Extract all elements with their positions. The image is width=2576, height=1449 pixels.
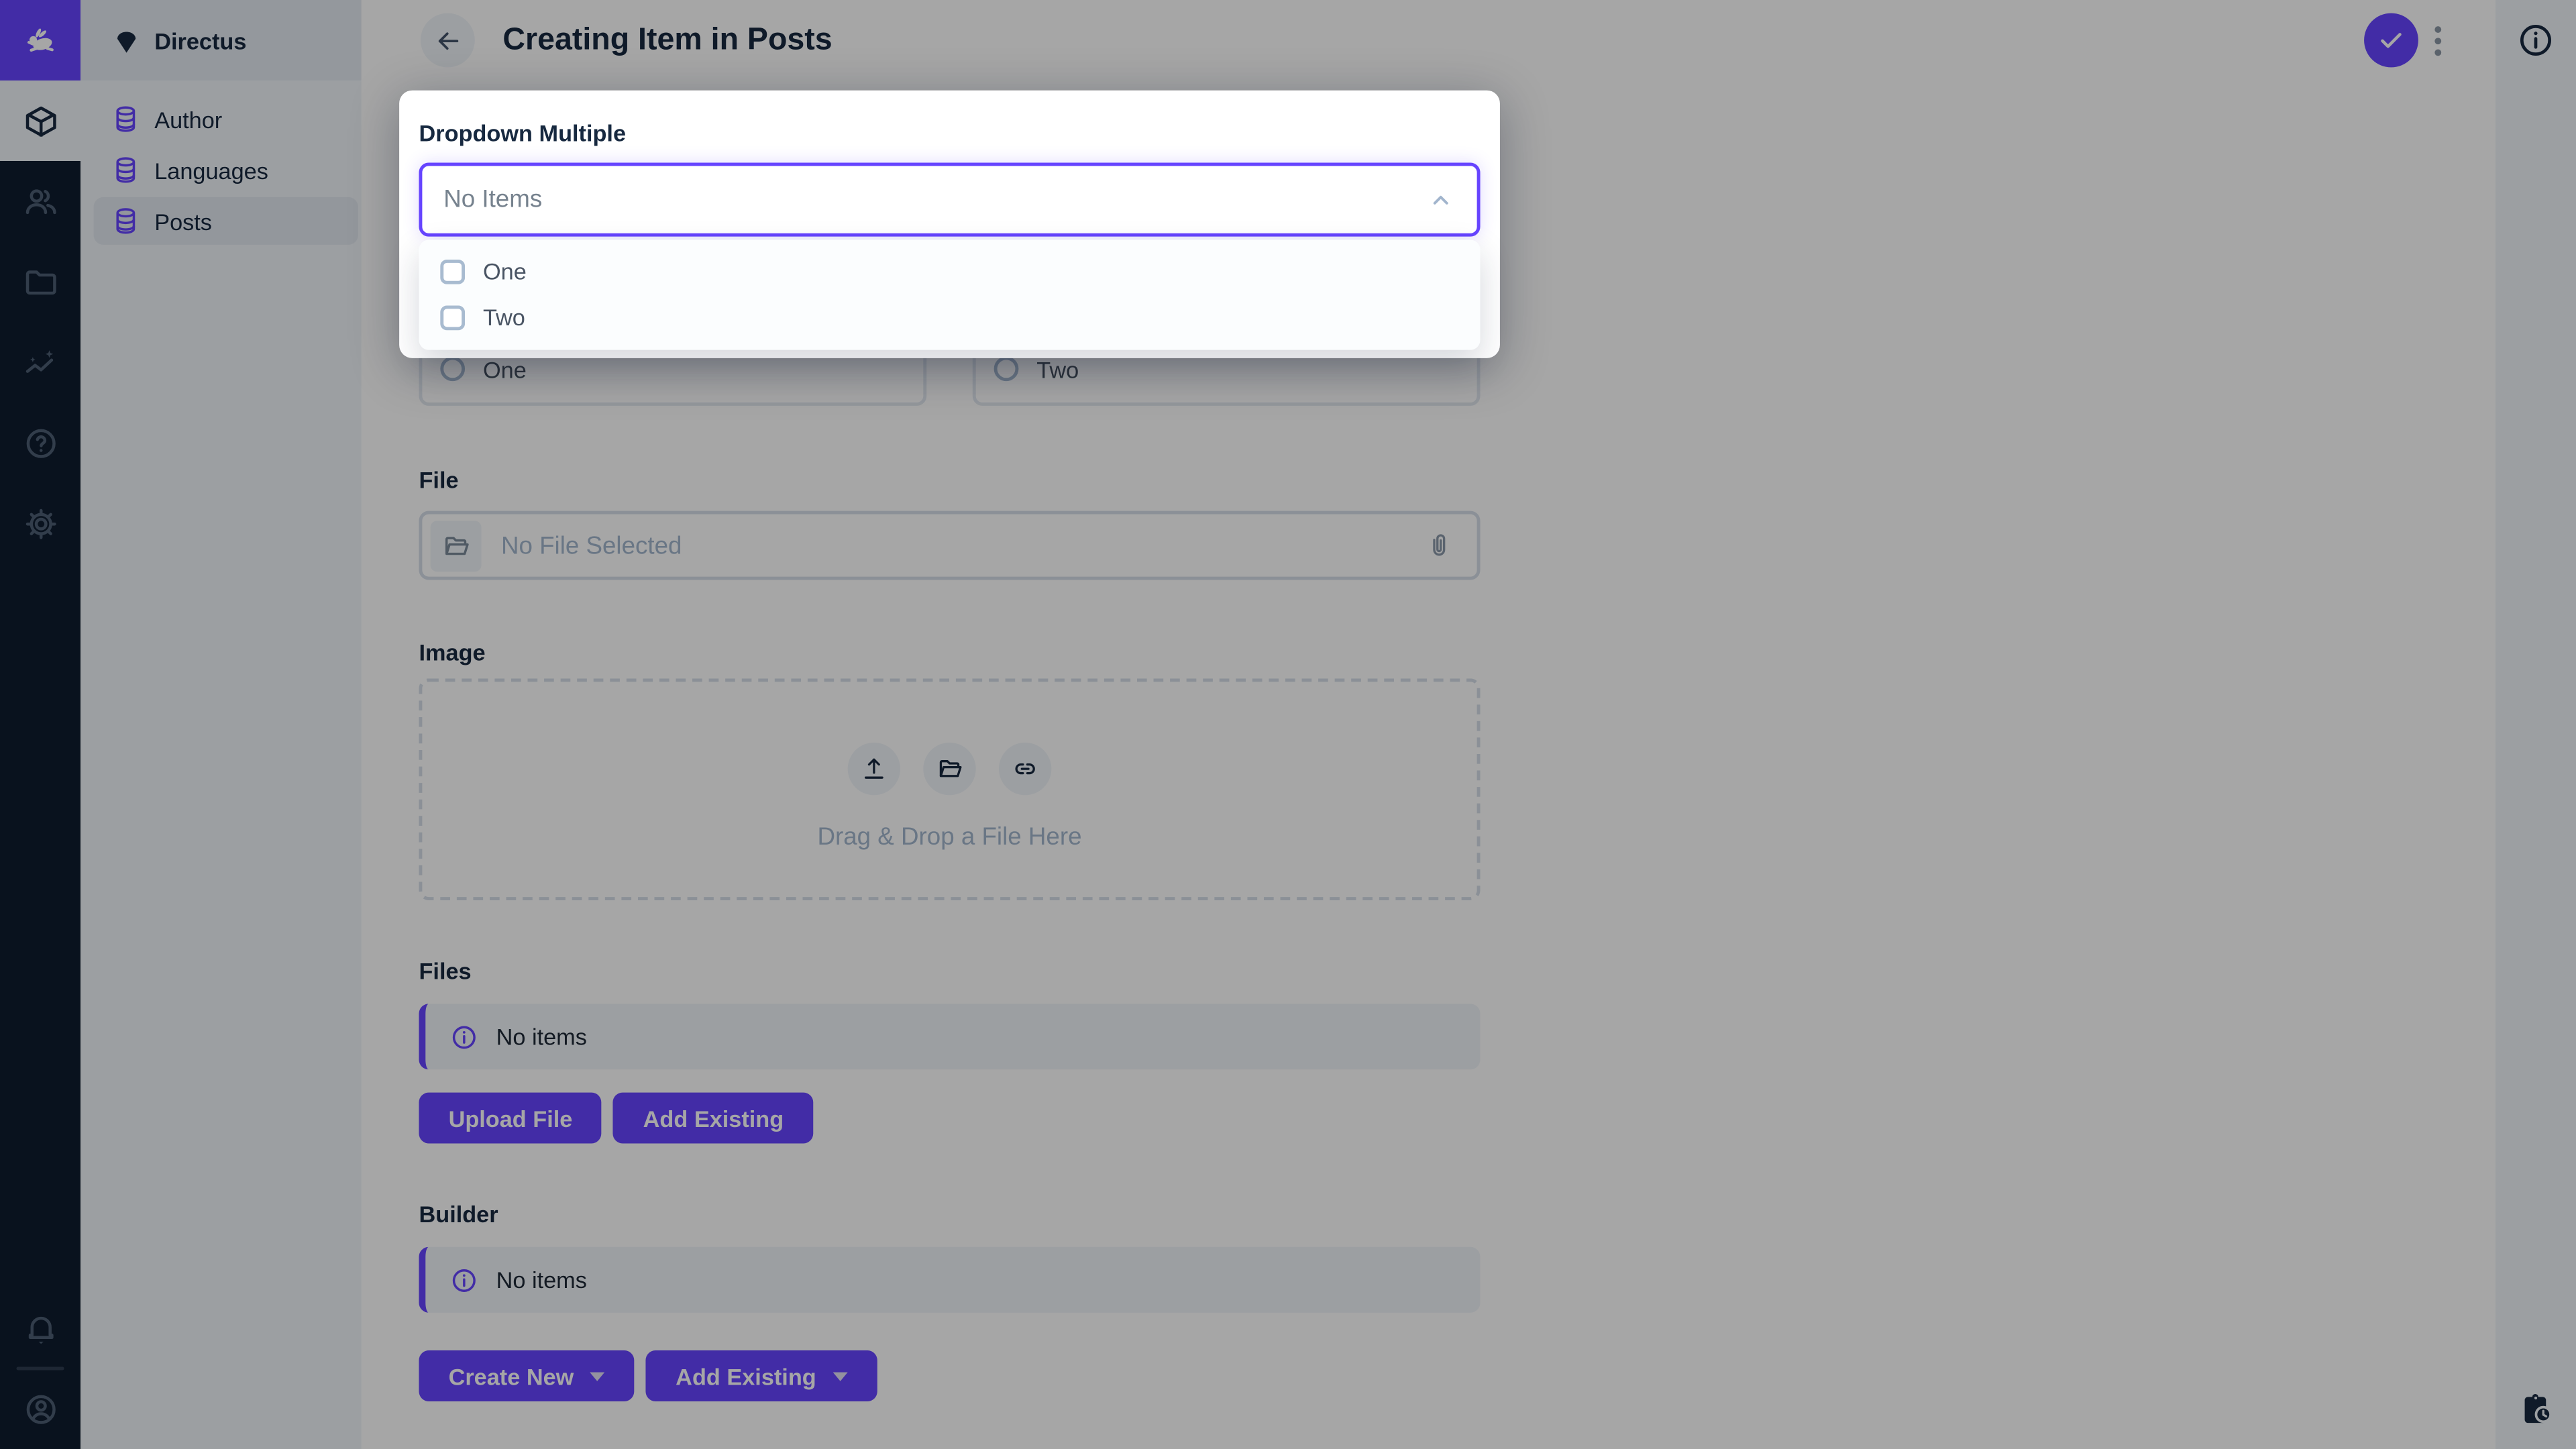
dropdown-options-menu: One Two bbox=[419, 239, 1481, 350]
dropdown-selected-value: No Items bbox=[443, 185, 543, 214]
chevron-up-icon bbox=[1428, 186, 1454, 213]
option-two[interactable]: Two bbox=[419, 294, 1480, 340]
dropdown-multiple-modal: Dropdown Multiple No Items One Two bbox=[399, 90, 1500, 358]
option-two-label: Two bbox=[483, 304, 525, 331]
dropdown-multiple-label: Dropdown Multiple bbox=[419, 119, 627, 146]
checkbox-two[interactable] bbox=[440, 305, 466, 330]
option-one-label: One bbox=[483, 258, 527, 284]
dropdown-multiple-select[interactable]: No Items bbox=[419, 162, 1481, 237]
screen: Directus Author Languages Posts Creating… bbox=[0, 0, 2576, 1449]
checkbox-one[interactable] bbox=[440, 258, 466, 284]
option-one[interactable]: One bbox=[419, 248, 1480, 294]
